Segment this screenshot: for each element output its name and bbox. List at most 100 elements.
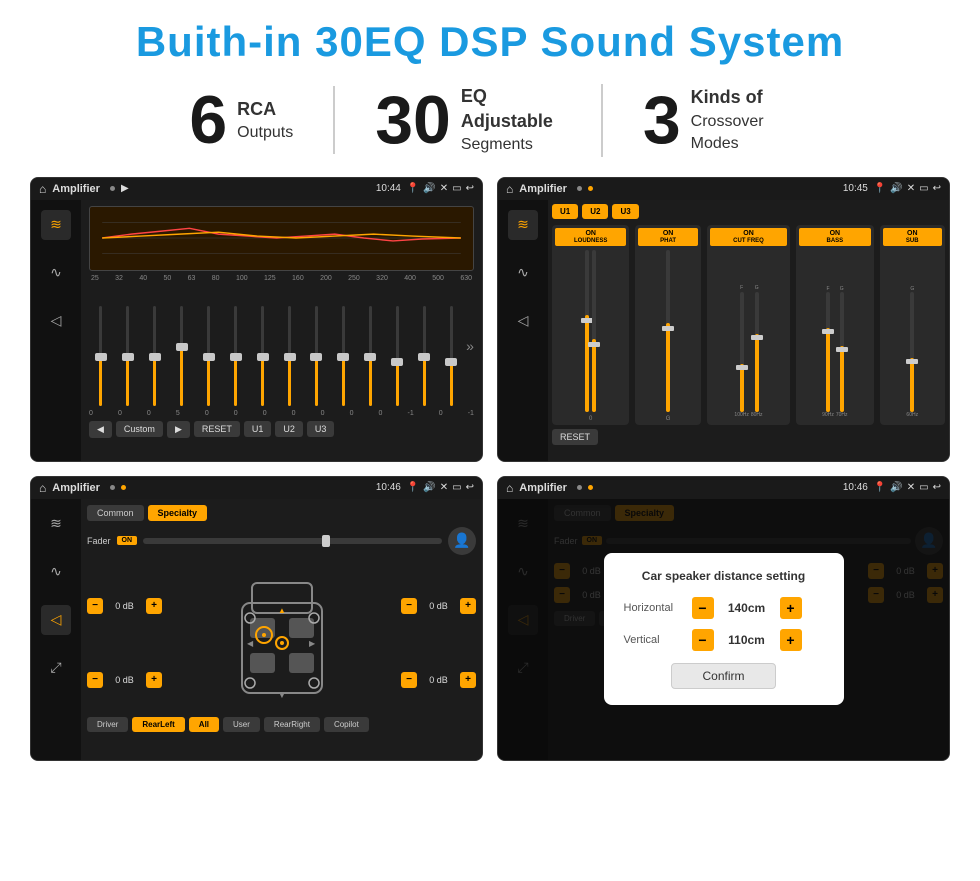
- preset-u3[interactable]: U3: [612, 204, 638, 219]
- tab-common[interactable]: Common: [87, 505, 144, 521]
- close-icon[interactable]: ✕: [440, 183, 448, 194]
- screen2-back-icon[interactable]: ↩: [933, 183, 941, 194]
- tab-specialty[interactable]: Specialty: [148, 505, 208, 521]
- sidebar-speaker-icon[interactable]: ◁: [41, 306, 71, 336]
- screen2-wave-icon[interactable]: ∿: [508, 258, 538, 288]
- preset-u1[interactable]: U1: [552, 204, 578, 219]
- eq-prev-button[interactable]: ◀: [89, 421, 112, 438]
- dialog-horizontal-row: Horizontal − 140cm +: [624, 597, 824, 619]
- window-icon: ▭: [452, 183, 461, 194]
- horizontal-minus-button[interactable]: −: [692, 597, 714, 619]
- screen1-content: ≋ ∿ ◁: [31, 200, 482, 461]
- eq-reset-button[interactable]: RESET: [194, 421, 240, 437]
- screen4-back-icon[interactable]: ↩: [933, 482, 941, 493]
- screen4-home-icon[interactable]: ⌂: [506, 481, 513, 495]
- preset-u2[interactable]: U2: [582, 204, 608, 219]
- screen3-home-icon[interactable]: ⌂: [39, 481, 46, 495]
- eq-custom-button[interactable]: Custom: [116, 421, 163, 437]
- fader-switch[interactable]: ON: [117, 536, 138, 545]
- eq-play-button[interactable]: ▶: [167, 421, 190, 438]
- preset-buttons: U1 U2 U3: [552, 204, 945, 219]
- main-title: Buith-in 30EQ DSP Sound System: [30, 18, 950, 66]
- btn-rearleft[interactable]: RearLeft: [132, 717, 184, 732]
- vertical-minus-button[interactable]: −: [692, 629, 714, 651]
- profile-icon[interactable]: 👤: [448, 527, 476, 555]
- btn-driver[interactable]: Driver: [87, 717, 128, 732]
- screen3-window-icon: ▭: [452, 482, 461, 493]
- eq-slider-7: [251, 306, 275, 406]
- page-container: Buith-in 30EQ DSP Sound System 6 RCA Out…: [0, 0, 980, 771]
- svg-text:▲: ▲: [278, 606, 286, 615]
- back-icon[interactable]: ↩: [466, 183, 474, 194]
- screen3-back-icon[interactable]: ↩: [466, 482, 474, 493]
- stat-eq-number: 30: [375, 86, 451, 154]
- screen1-icons: 📍 🔊 ✕ ▭ ↩: [407, 183, 474, 194]
- eq-u2-button[interactable]: U2: [275, 421, 303, 437]
- screen4-status-bar: ⌂ Amplifier 10:46 📍 🔊 ✕ ▭ ↩: [498, 477, 949, 499]
- fl-minus[interactable]: −: [87, 598, 103, 614]
- channel-sub-label: ONSUB: [883, 228, 942, 246]
- fr-value: 0 dB: [421, 601, 456, 611]
- channel-phat-label: ONPHAT: [638, 228, 697, 246]
- fader-thumb[interactable]: [322, 535, 330, 547]
- eq-u1-button[interactable]: U1: [244, 421, 272, 437]
- svg-text:◀: ◀: [247, 639, 254, 648]
- screen4-app-name: Amplifier: [519, 482, 567, 494]
- screen-speaker: ⌂ Amplifier 10:46 📍 🔊 ✕ ▭ ↩ ≋ ∿ ◁: [30, 476, 483, 761]
- eq-slider-12: [385, 306, 409, 406]
- confirm-button[interactable]: Confirm: [671, 663, 775, 689]
- crossover-reset-button[interactable]: RESET: [552, 429, 598, 445]
- horizontal-plus-button[interactable]: +: [780, 597, 802, 619]
- dialog-vertical-row: Vertical − 110cm +: [624, 629, 824, 651]
- screen2-content: ≋ ∿ ◁ U1 U2 U3 ONLOUDNESS: [498, 200, 949, 461]
- fl-plus[interactable]: +: [146, 598, 162, 614]
- screen3-expand-icon[interactable]: ⤢: [41, 653, 71, 683]
- screen1-status-bar: ⌂ Amplifier ▶ 10:44 📍 🔊 ✕ ▭ ↩: [31, 178, 482, 200]
- channel-loudness: ONLOUDNESS 0: [552, 225, 629, 425]
- screen3-close-icon[interactable]: ✕: [440, 482, 448, 493]
- screen1-sidebar: ≋ ∿ ◁: [31, 200, 81, 461]
- btn-rearright[interactable]: RearRight: [264, 717, 320, 732]
- eq-values-row: 00050 00000 0-10-1: [89, 410, 474, 417]
- screen4-close-icon[interactable]: ✕: [907, 482, 915, 493]
- rr-value: 0 dB: [421, 675, 456, 685]
- sidebar-wave-icon[interactable]: ∿: [41, 258, 71, 288]
- screen2-speaker-icon[interactable]: ◁: [508, 306, 538, 336]
- btn-user[interactable]: User: [223, 717, 260, 732]
- screen-eq: ⌂ Amplifier ▶ 10:44 📍 🔊 ✕ ▭ ↩ ≋ ∿ ◁: [30, 177, 483, 462]
- eq-main: 2532405063 80100125160200 25032040050063…: [81, 200, 482, 461]
- rl-plus[interactable]: +: [146, 672, 162, 688]
- screen2-close-icon[interactable]: ✕: [907, 183, 915, 194]
- channel-bass: ONBASS F 90Hz: [796, 225, 873, 425]
- rr-minus[interactable]: −: [401, 672, 417, 688]
- rl-minus[interactable]: −: [87, 672, 103, 688]
- screen3-wave-icon[interactable]: ∿: [41, 557, 71, 587]
- rl-value: 0 dB: [107, 675, 142, 685]
- screen2-home-icon[interactable]: ⌂: [506, 182, 513, 196]
- btn-all[interactable]: All: [189, 717, 219, 732]
- fr-plus[interactable]: +: [460, 598, 476, 614]
- vertical-plus-button[interactable]: +: [780, 629, 802, 651]
- screen2-sidebar: ≋ ∿ ◁: [498, 200, 548, 461]
- sidebar-eq-icon[interactable]: ≋: [41, 210, 71, 240]
- fr-minus[interactable]: −: [401, 598, 417, 614]
- screen3-app-name: Amplifier: [52, 482, 100, 494]
- screen3-speaker-icon[interactable]: ◁: [41, 605, 71, 635]
- screen3-status-bar: ⌂ Amplifier 10:46 📍 🔊 ✕ ▭ ↩: [31, 477, 482, 499]
- screen4-window-icon: ▭: [919, 482, 928, 493]
- stats-row: 6 RCA Outputs 30 EQ Adjustable Segments …: [30, 84, 950, 157]
- fader-track[interactable]: [143, 538, 442, 544]
- volume-icon: 🔊: [423, 183, 435, 194]
- screen-distance: ⌂ Amplifier 10:46 📍 🔊 ✕ ▭ ↩ ≋ ∿ ◁: [497, 476, 950, 761]
- screen2-location-icon: 📍: [874, 183, 886, 194]
- home-icon[interactable]: ⌂: [39, 182, 46, 196]
- eq-slider-11: [358, 306, 382, 406]
- rr-plus[interactable]: +: [460, 672, 476, 688]
- btn-copilot[interactable]: Copilot: [324, 717, 369, 732]
- eq-u3-button[interactable]: U3: [307, 421, 335, 437]
- fader-row: Fader ON 👤: [87, 527, 476, 555]
- screen2-eq-icon[interactable]: ≋: [508, 210, 538, 240]
- screen3-eq-icon[interactable]: ≋: [41, 509, 71, 539]
- stat-crossover-number: 3: [643, 86, 681, 154]
- screen3-sidebar: ≋ ∿ ◁ ⤢: [31, 499, 81, 760]
